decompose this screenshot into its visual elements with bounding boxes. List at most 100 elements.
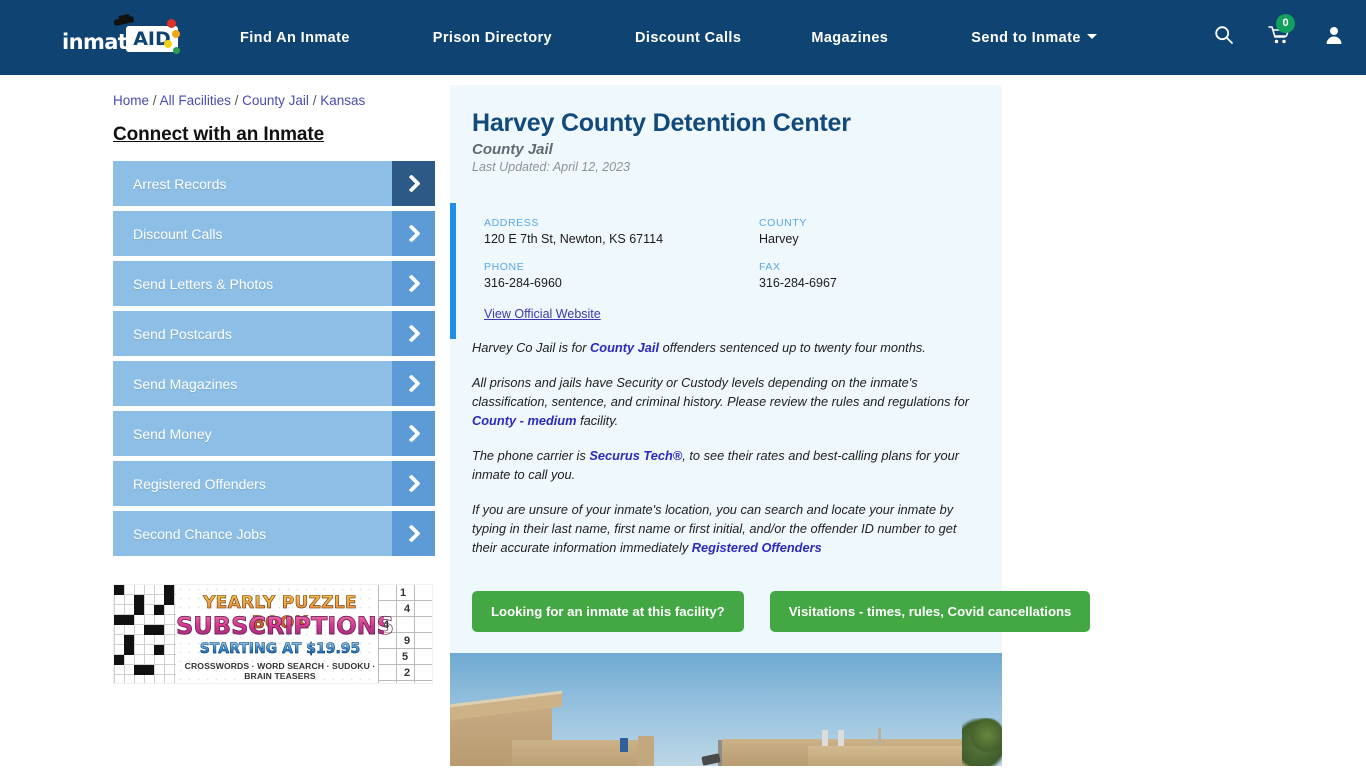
county-value: Harvey xyxy=(759,232,799,246)
facility-card: Harvey County Detention Center County Ja… xyxy=(450,85,1091,654)
sudoku-digit: 5 xyxy=(402,651,409,663)
nav-item-send-to-inmate-label: Send to Inmate xyxy=(971,29,1081,46)
sidebar-item-send-postcards[interactable]: Send Postcards xyxy=(113,311,435,356)
cart-icon[interactable]: 0 xyxy=(1268,14,1295,50)
inmate-search-button[interactable]: Looking for an inmate at this facility? xyxy=(472,591,744,633)
breadcrumb-item-county-jail[interactable]: County Jail xyxy=(242,93,309,108)
chevron-right-icon xyxy=(392,161,435,206)
official-website-link[interactable]: View Official Website xyxy=(484,307,601,321)
p1-text-a: Harvey Co Jail is for xyxy=(472,340,591,355)
phone-value: 316-284-6960 xyxy=(484,276,562,290)
address-value: 120 E 7th St, Newton, KS 67114 xyxy=(484,232,664,246)
ad-price-line: STARTING AT $19.95 xyxy=(182,641,378,658)
last-updated-text: Last Updated: April 12, 2023 xyxy=(472,160,630,174)
cart-count-badge: 0 xyxy=(1276,14,1295,33)
county-field: COUNTY Harvey xyxy=(759,217,1002,246)
primary-nav-links: Find An Inmate Prison Directory Discount… xyxy=(240,24,1164,52)
fax-label: FAX xyxy=(759,261,781,273)
photo-sign xyxy=(620,738,628,753)
sidebar-item-label: Send Magazines xyxy=(133,375,238,392)
logo-juggler-icon xyxy=(110,13,144,39)
chevron-right-icon xyxy=(392,311,435,356)
site-logo[interactable]: inmate AID xyxy=(60,13,180,59)
sidebar-item-send-money[interactable]: Send Money xyxy=(113,411,435,456)
description-paragraph-2: All prisons and jails have Security or C… xyxy=(472,374,980,431)
photo-chimney-two xyxy=(838,730,844,747)
action-button-row: Looking for an inmate at this facility? … xyxy=(450,579,1091,653)
p3-text-a: The phone carrier is xyxy=(472,447,590,463)
chevron-right-icon xyxy=(392,211,435,256)
puzzle-book-ad-banner[interactable]: 1 4 4 9 5 2 YEARLY PUZZLE BOOK SUBSCRIPT… xyxy=(113,584,433,684)
breadcrumb-item-kansas[interactable]: Kansas xyxy=(320,93,365,108)
sidebar-item-label: Send Money xyxy=(133,425,212,442)
address-label: ADDRESS xyxy=(484,217,539,229)
sidebar-item-label: Registered Offenders xyxy=(133,475,266,492)
county-label: COUNTY xyxy=(759,217,807,229)
breadcrumb-item-home[interactable]: Home xyxy=(113,93,149,108)
chevron-down-icon xyxy=(1086,34,1097,40)
p3-link-securus-tech[interactable]: Securus Tech® xyxy=(589,448,682,463)
fax-field: FAX 316-284-6967 xyxy=(759,261,1002,290)
nav-item-prison-directory[interactable]: Prison Directory xyxy=(433,24,552,52)
photo-tree-upper xyxy=(970,718,1002,753)
description-paragraph-4: If you are unsure of your inmate's locat… xyxy=(472,501,980,558)
logo-juggling-balls-icon xyxy=(162,18,184,59)
nav-item-discount-calls[interactable]: Discount Calls xyxy=(635,24,741,52)
sudoku-digit: 2 xyxy=(404,667,411,679)
visitations-button[interactable]: Visitations - times, rules, Covid cancel… xyxy=(769,591,1091,633)
sidebar-item-registered-offenders[interactable]: Registered Offenders xyxy=(113,461,435,506)
user-account-icon[interactable] xyxy=(1324,25,1344,50)
sidebar-item-label: Second Chance Jobs xyxy=(133,525,267,542)
sidebar-item-label: Send Letters & Photos xyxy=(133,275,274,292)
breadcrumb-separator: / xyxy=(152,93,157,108)
description-paragraph-1: Harvey Co Jail is for County Jail offend… xyxy=(472,339,980,358)
main-content-column: Harvey County Detention Center County Ja… xyxy=(450,85,1091,767)
sudoku-digit: 9 xyxy=(404,635,411,647)
chevron-right-icon xyxy=(392,511,435,556)
ad-subheadline: SUBSCRIPTIONS xyxy=(176,612,395,641)
facility-header: Harvey County Detention Center County Ja… xyxy=(450,109,1002,174)
chevron-right-icon xyxy=(392,261,435,306)
sidebar-item-second-chance-jobs[interactable]: Second Chance Jobs xyxy=(113,511,435,556)
nav-item-send-to-inmate[interactable]: Send to Inmate xyxy=(971,24,1097,52)
chevron-right-icon xyxy=(392,361,435,406)
facility-photo xyxy=(450,653,1002,767)
p2-link-county-medium[interactable]: County - medium xyxy=(472,413,577,428)
crossword-grid-graphic xyxy=(114,585,176,683)
nav-icon-group: 0 xyxy=(1214,14,1344,50)
sidebar-heading: Connect with an Inmate xyxy=(113,124,325,145)
sidebar-item-discount-calls[interactable]: Discount Calls xyxy=(113,211,435,256)
photo-chimney-one xyxy=(822,730,828,747)
search-icon[interactable] xyxy=(1214,25,1234,50)
sidebar-item-send-letters-photos[interactable]: Send Letters & Photos xyxy=(113,261,435,306)
description-paragraph-3: The phone carrier is Securus Tech®, to s… xyxy=(472,447,980,485)
breadcrumb-item-all-facilities[interactable]: All Facilities xyxy=(160,93,231,108)
page-content: Home / All Facilities / County Jail / Ka… xyxy=(0,75,1366,767)
nav-item-magazines[interactable]: Magazines xyxy=(811,24,888,52)
facility-description: Harvey Co Jail is for County Jail offend… xyxy=(450,339,1002,579)
sudoku-digit: 4 xyxy=(404,603,411,615)
nav-item-find-an-inmate[interactable]: Find An Inmate xyxy=(240,24,350,52)
sudoku-digit: 1 xyxy=(400,587,407,599)
left-sidebar: Home / All Facilities / County Jail / Ka… xyxy=(113,85,435,766)
fax-value: 316-284-6967 xyxy=(759,276,837,290)
sidebar-item-send-magazines[interactable]: Send Magazines xyxy=(113,361,435,406)
p1-text-b: offenders sentenced up to twenty four mo… xyxy=(659,340,926,355)
p1-link-county-jail[interactable]: County Jail xyxy=(590,340,659,355)
p2-text-a: All prisons and jails have Security or C… xyxy=(472,374,969,409)
sidebar-item-label: Discount Calls xyxy=(133,225,223,242)
phone-field: PHONE 316-284-6960 xyxy=(484,261,759,290)
breadcrumb-separator: / xyxy=(312,93,317,108)
address-field: ADDRESS 120 E 7th St, Newton, KS 67114 xyxy=(484,217,759,246)
facility-info-grid: ADDRESS 120 E 7th St, Newton, KS 67114 C… xyxy=(484,217,1002,290)
top-navigation-bar: inmate AID Find An Inmate Prison Directo… xyxy=(0,0,1366,75)
p4-link-registered-offenders[interactable]: Registered Offenders xyxy=(692,540,822,555)
breadcrumb-separator: / xyxy=(234,93,239,108)
p2-text-b: facility. xyxy=(576,412,619,428)
photo-pole xyxy=(878,728,881,747)
photo-building-middle xyxy=(512,740,652,767)
page-title: Harvey County Detention Center xyxy=(472,109,851,137)
photo-building-right-low xyxy=(808,746,972,767)
ad-categories-line: CROSSWORDS · WORD SEARCH · SUDOKU · BRAI… xyxy=(184,661,376,681)
sidebar-item-arrest-records[interactable]: Arrest Records xyxy=(113,161,435,206)
